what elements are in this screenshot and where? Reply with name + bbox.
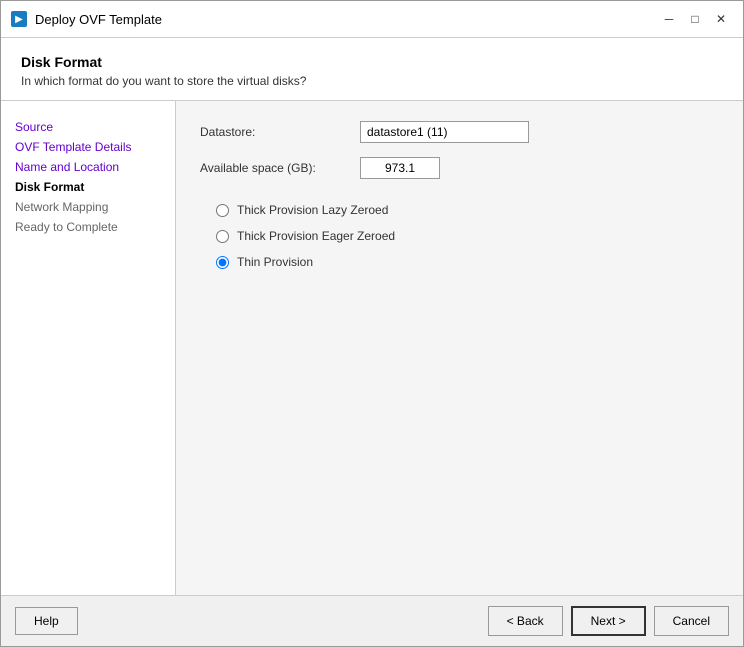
help-button[interactable]: Help: [15, 607, 78, 635]
footer-left: Help: [15, 607, 78, 635]
minimize-button[interactable]: ─: [657, 9, 681, 29]
deploy-ovf-window: ▶ Deploy OVF Template ─ □ ✕ Disk Format …: [0, 0, 744, 647]
sidebar-item-network-mapping: Network Mapping: [1, 197, 175, 217]
sidebar-item-source[interactable]: Source: [1, 117, 175, 137]
radio-thick-eager-input[interactable]: [216, 230, 229, 243]
main-panel: Datastore: Available space (GB): Thick P…: [176, 101, 743, 595]
radio-thick-lazy-input[interactable]: [216, 204, 229, 217]
sidebar-item-ready-to-complete: Ready to Complete: [1, 217, 175, 237]
page-subtitle: In which format do you want to store the…: [21, 74, 723, 88]
radio-thick-eager[interactable]: Thick Provision Eager Zeroed: [216, 229, 719, 243]
window-icon: ▶: [11, 11, 27, 27]
close-button[interactable]: ✕: [709, 9, 733, 29]
window-title: Deploy OVF Template: [35, 12, 649, 27]
radio-thick-eager-label: Thick Provision Eager Zeroed: [237, 229, 395, 243]
footer-right: < Back Next > Cancel: [488, 606, 729, 636]
radio-thin-input[interactable]: [216, 256, 229, 269]
available-space-input: [360, 157, 440, 179]
datastore-input[interactable]: [360, 121, 529, 143]
radio-thin[interactable]: Thin Provision: [216, 255, 719, 269]
available-space-label: Available space (GB):: [200, 161, 360, 175]
radio-thick-lazy[interactable]: Thick Provision Lazy Zeroed: [216, 203, 719, 217]
back-button[interactable]: < Back: [488, 606, 563, 636]
sidebar-item-ovf-template-details[interactable]: OVF Template Details: [1, 137, 175, 157]
available-space-row: Available space (GB):: [200, 157, 719, 179]
sidebar: Source OVF Template Details Name and Loc…: [1, 101, 176, 595]
sidebar-item-disk-format: Disk Format: [1, 177, 175, 197]
content-area: Source OVF Template Details Name and Loc…: [1, 101, 743, 595]
radio-thin-label: Thin Provision: [237, 255, 313, 269]
next-button[interactable]: Next >: [571, 606, 646, 636]
footer: Help < Back Next > Cancel: [1, 595, 743, 646]
title-bar: ▶ Deploy OVF Template ─ □ ✕: [1, 1, 743, 38]
header-section: Disk Format In which format do you want …: [1, 38, 743, 101]
datastore-label: Datastore:: [200, 125, 360, 139]
title-bar-controls: ─ □ ✕: [657, 9, 733, 29]
datastore-row: Datastore:: [200, 121, 719, 143]
page-title: Disk Format: [21, 54, 723, 70]
cancel-button[interactable]: Cancel: [654, 606, 729, 636]
sidebar-item-name-and-location[interactable]: Name and Location: [1, 157, 175, 177]
provision-radio-group: Thick Provision Lazy Zeroed Thick Provis…: [200, 203, 719, 269]
maximize-button[interactable]: □: [683, 9, 707, 29]
radio-thick-lazy-label: Thick Provision Lazy Zeroed: [237, 203, 388, 217]
